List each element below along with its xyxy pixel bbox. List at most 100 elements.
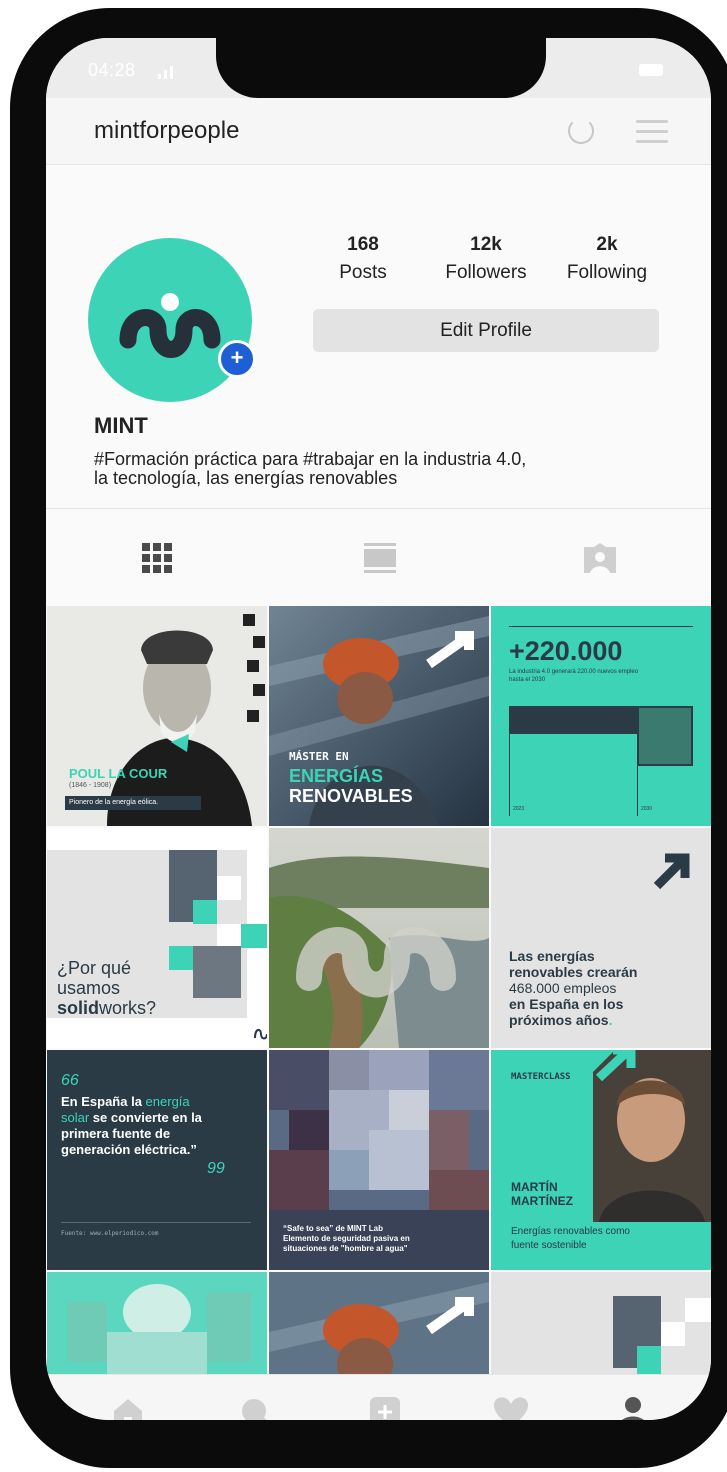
screen: 04:28 mintforpeople + 168 Posts 12k Foll… bbox=[46, 38, 711, 1420]
post-energias-empleos[interactable]: Las energías renovables crearán 468.000 … bbox=[491, 828, 711, 1048]
post-line3-rest: works? bbox=[99, 998, 157, 1018]
post-line1: Las energías bbox=[509, 948, 595, 964]
avatar[interactable] bbox=[88, 238, 252, 402]
post-poul-la-cour[interactable]: POUL LA COUR (1846 - 1908) Pionero de la… bbox=[47, 606, 267, 826]
quote-part-b: solar bbox=[61, 1110, 90, 1125]
post-years: (1846 - 1908) bbox=[69, 782, 112, 789]
stat-followers-label: Followers bbox=[445, 262, 527, 283]
post-desc-line1: Energías renovables como bbox=[511, 1226, 630, 1237]
post-line3: 468.000 empleos bbox=[509, 980, 617, 996]
quote-open-icon: 66 bbox=[61, 1072, 79, 1089]
worker-photo bbox=[269, 1272, 489, 1374]
profile-bio: #Formación práctica para #trabajar en la… bbox=[94, 450, 527, 488]
profile-icon[interactable] bbox=[618, 1397, 648, 1420]
post-line1: MÁSTER EN bbox=[289, 750, 349, 763]
notch bbox=[216, 38, 546, 98]
post-caption: Pionero de la energía eólica. bbox=[65, 796, 201, 810]
phone-volume-up bbox=[10, 312, 22, 418]
stat-posts-value: 168 bbox=[347, 234, 379, 255]
quote-close-icon: 99 bbox=[207, 1160, 225, 1177]
post-desc-line2: fuente sostenible bbox=[511, 1240, 587, 1251]
post-line2: renovables crearán bbox=[509, 964, 638, 980]
coast-photo bbox=[269, 828, 489, 1048]
post-line5-dot: . bbox=[608, 1012, 613, 1028]
profile-name: MINT bbox=[94, 413, 148, 438]
post-master-energias[interactable]: MÁSTER EN ENERGÍAS RENOVABLES bbox=[269, 606, 489, 826]
signal-icon bbox=[158, 66, 173, 79]
refresh-icon[interactable] bbox=[568, 118, 594, 144]
post-line2: usamos bbox=[57, 978, 121, 998]
menu-icon[interactable] bbox=[636, 120, 668, 150]
status-time: 04:28 bbox=[88, 60, 136, 80]
stat-followers[interactable]: 12k Followers bbox=[431, 234, 541, 284]
speaker-photo bbox=[593, 1050, 711, 1222]
stat-following[interactable]: 2k Following bbox=[552, 234, 662, 284]
post-masterclass[interactable]: MASTERCLASS MARTÍN MARTÍNEZ Energías ren… bbox=[491, 1050, 711, 1270]
stat-following-value: 2k bbox=[596, 234, 618, 255]
post-line5: próximos años. bbox=[509, 1012, 612, 1028]
post-energia-solar[interactable]: 66 En España la energía solar se convier… bbox=[47, 1050, 267, 1270]
post-line5-text: próximos años bbox=[509, 1012, 609, 1028]
stat-following-label: Following bbox=[566, 262, 648, 283]
post-line1: ¿Por qué bbox=[57, 958, 132, 978]
profile-tabs bbox=[46, 508, 711, 607]
post-title: POUL LA COUR bbox=[69, 766, 168, 781]
post-name-line1: MARTÍN bbox=[511, 1180, 558, 1194]
stat-followers-value: 12k bbox=[470, 234, 502, 255]
post-solidworks[interactable]: ¿Por qué usamos solidworks? bbox=[47, 828, 267, 1048]
robot-photo bbox=[47, 1272, 267, 1374]
stat-posts[interactable]: 168 Posts bbox=[308, 234, 418, 284]
tagged-icon[interactable] bbox=[584, 543, 616, 573]
post-line3: solidworks? bbox=[57, 998, 156, 1019]
grid-icon[interactable] bbox=[142, 543, 172, 573]
post-name-line2: MARTÍNEZ bbox=[511, 1194, 573, 1208]
add-icon[interactable] bbox=[370, 1397, 400, 1420]
quote-part-a2: energía bbox=[145, 1094, 190, 1109]
bottom-nav bbox=[46, 1374, 711, 1420]
quote-part-d2: .” bbox=[186, 1142, 197, 1157]
mini-bar-chart bbox=[509, 706, 693, 816]
post-line3-bold: solid bbox=[57, 998, 100, 1018]
year-label-2: 2030 bbox=[641, 806, 653, 812]
post-line1: “Safe to sea” de MINT Lab bbox=[283, 1224, 384, 1233]
search-icon[interactable] bbox=[240, 1397, 272, 1420]
add-story-icon[interactable]: + bbox=[218, 340, 256, 378]
post-big-number: +220.000 bbox=[509, 636, 623, 666]
solidworks-collage bbox=[491, 1272, 711, 1374]
post-source: Fuente: www.elperiodico.com bbox=[61, 1230, 159, 1237]
app-header: mintforpeople bbox=[46, 98, 711, 165]
post-subtext2: hasta el 2030 bbox=[509, 677, 546, 683]
home-icon[interactable] bbox=[112, 1397, 144, 1420]
post-220000-empleos[interactable]: +220.000 La industria 4.0 generará 220.0… bbox=[491, 606, 711, 826]
post-quote: En España la energía solar se convierte … bbox=[61, 1094, 257, 1158]
post-tag: MASTERCLASS bbox=[511, 1072, 571, 1082]
quote-part-d: generación eléctrica bbox=[61, 1142, 187, 1157]
post-line4: en España en los bbox=[509, 996, 624, 1012]
phone-side-button bbox=[10, 212, 22, 266]
arrow-up-right-icon bbox=[653, 853, 690, 890]
post-subtext1: La industria 4.0 generará 220.00 nuevos … bbox=[509, 669, 639, 675]
portrait-photo bbox=[47, 606, 267, 826]
post-line2: Elemento de seguridad pasiva en bbox=[283, 1234, 410, 1243]
post-line3: RENOVABLES bbox=[289, 786, 413, 806]
post-solidworks-repeat[interactable] bbox=[491, 1272, 711, 1374]
phone-volume-down bbox=[10, 448, 22, 554]
post-master-energias-repeat[interactable] bbox=[269, 1272, 489, 1374]
stat-posts-label: Posts bbox=[339, 262, 387, 283]
post-robot[interactable] bbox=[47, 1272, 267, 1374]
post-line2: ENERGÍAS bbox=[289, 766, 384, 786]
divider bbox=[509, 626, 693, 627]
post-line3: situaciones de "hombre al agua" bbox=[283, 1244, 408, 1253]
year-label-1: 2023 bbox=[513, 806, 525, 812]
heart-icon[interactable] bbox=[494, 1397, 528, 1420]
feed-icon[interactable] bbox=[364, 543, 396, 573]
quote-part-b2: se convierte en la bbox=[89, 1110, 202, 1125]
mint-logo-icon bbox=[119, 293, 221, 358]
edit-profile-button[interactable]: Edit Profile bbox=[313, 309, 659, 352]
quote-part-c: primera fuente de bbox=[61, 1126, 171, 1141]
quote-part-a1: En España la bbox=[61, 1094, 146, 1109]
battery-icon bbox=[639, 64, 663, 76]
post-landscape-logo[interactable] bbox=[269, 828, 489, 1048]
post-safe-to-sea[interactable]: “Safe to sea” de MINT Lab Elemento de se… bbox=[269, 1050, 489, 1270]
profile-username: mintforpeople bbox=[94, 117, 240, 144]
